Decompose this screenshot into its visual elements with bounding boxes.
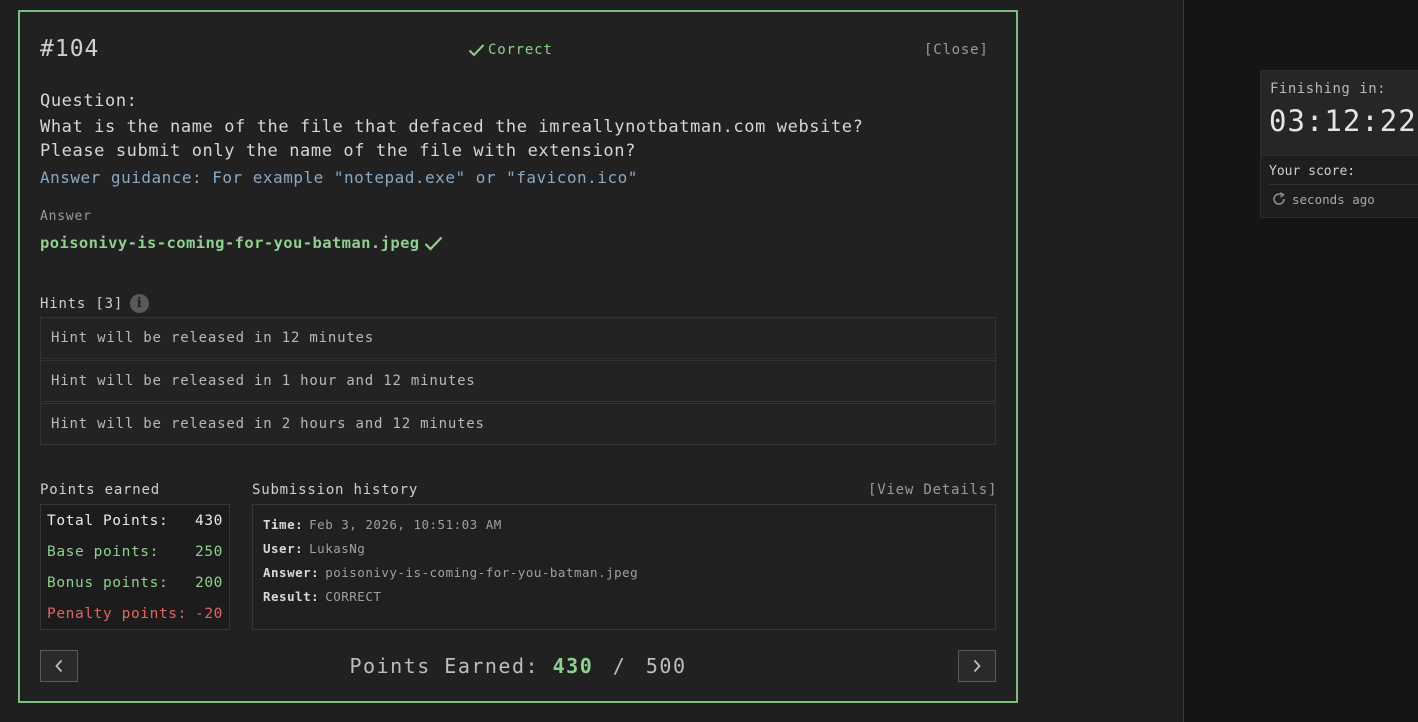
close-button[interactable]: [Close] — [924, 42, 989, 58]
points-breakdown: Total Points: 430 Base points: 250 Bonus… — [40, 504, 230, 630]
question-number: #104 — [40, 36, 100, 62]
status-badge: Correct — [468, 42, 553, 58]
submission-result-value: CORRECT — [325, 589, 382, 604]
check-icon — [468, 44, 485, 57]
hints-list: Hint will be released in 12 minutes Hint… — [40, 317, 996, 446]
check-icon — [424, 236, 442, 251]
penalty-points-row: Penalty points: -20 — [47, 606, 223, 622]
base-points-row: Base points: 250 — [47, 544, 223, 560]
submission-answer: Answer: poisonivy-is-coming-for-you-batma… — [263, 565, 638, 580]
submission-time: Time: Feb 3, 2026, 10:51:03 AM — [263, 517, 502, 532]
submission-user-value: LukasNg — [309, 541, 366, 556]
info-icon[interactable]: i — [130, 294, 150, 313]
hint-item: Hint will be released in 12 minutes — [40, 317, 996, 359]
next-question-button[interactable] — [958, 650, 996, 682]
hints-label: Hints [3] — [40, 295, 124, 312]
total-points-label: Total Points: — [47, 513, 169, 529]
status-label: Correct — [488, 42, 553, 58]
countdown-timer: 03:12:22 — [1269, 104, 1417, 138]
bonus-points-label: Bonus points: — [47, 575, 169, 591]
submission-user: User: LukasNg — [263, 541, 365, 556]
finishing-label: Finishing in: — [1270, 81, 1387, 97]
question-label: Question: — [40, 91, 138, 111]
answer-label: Answer — [40, 209, 92, 224]
hint-item: Hint will be released in 1 hour and 12 m… — [40, 360, 996, 402]
submission-history-box: Time: Feb 3, 2026, 10:51:03 AM User: Lukas… — [252, 504, 996, 630]
hints-title: Hints [3] i — [40, 294, 150, 313]
score-label: Your score: — [1269, 164, 1356, 179]
total-points-row: Total Points: 430 — [47, 513, 223, 529]
bonus-points-row: Bonus points: 200 — [47, 575, 223, 591]
submission-time-value: Feb 3, 2026, 10:51:03 AM — [309, 517, 502, 532]
base-points-label: Base points: — [47, 544, 159, 560]
footer-earned-value: 430 — [552, 654, 594, 678]
submission-result-label: Result: — [263, 589, 320, 604]
timer-panel: Finishing in: 03:12:22 Your score: secon… — [1260, 70, 1418, 218]
footer-separator: / — [612, 654, 627, 678]
submission-history-title: Submission history — [252, 482, 419, 498]
points-earned-title: Points earned — [40, 482, 160, 498]
answer-guidance: Answer guidance: For example "notepad.ex… — [40, 168, 638, 187]
updated-time: seconds ago — [1292, 192, 1375, 207]
submission-answer-value: poisonivy-is-coming-for-you-batman.jpeg — [325, 565, 639, 580]
question-modal: #104 Correct [Close] Question: What is t… — [18, 10, 1018, 703]
answer-text: poisonivy-is-coming-for-you-batman.jpeg — [40, 234, 420, 252]
question-text: What is the name of the file that deface… — [40, 117, 864, 161]
bonus-points-value: 200 — [195, 575, 223, 591]
hint-item: Hint will be released in 2 hours and 12 … — [40, 403, 996, 445]
penalty-points-value: -20 — [195, 606, 223, 622]
score-divider — [1269, 184, 1418, 185]
refresh-icon[interactable] — [1271, 191, 1287, 207]
points-earned-footer: Points Earned: 430 / 500 — [20, 654, 1016, 678]
submission-answer-label: Answer: — [263, 565, 320, 580]
footer-label: Points Earned: — [349, 654, 540, 678]
footer-max-value: 500 — [645, 654, 687, 678]
answer-value: poisonivy-is-coming-for-you-batman.jpeg — [40, 234, 443, 252]
penalty-points-label: Penalty points: — [47, 606, 187, 622]
submission-user-label: User: — [263, 541, 304, 556]
chevron-right-icon — [973, 659, 981, 673]
submission-result: Result: CORRECT — [263, 589, 381, 604]
app-root: Finishing in: 03:12:22 Your score: secon… — [0, 0, 1418, 722]
total-points-value: 430 — [195, 513, 223, 529]
submission-time-label: Time: — [263, 517, 304, 532]
view-details-link[interactable]: [View Details] — [868, 482, 997, 498]
base-points-value: 250 — [195, 544, 223, 560]
